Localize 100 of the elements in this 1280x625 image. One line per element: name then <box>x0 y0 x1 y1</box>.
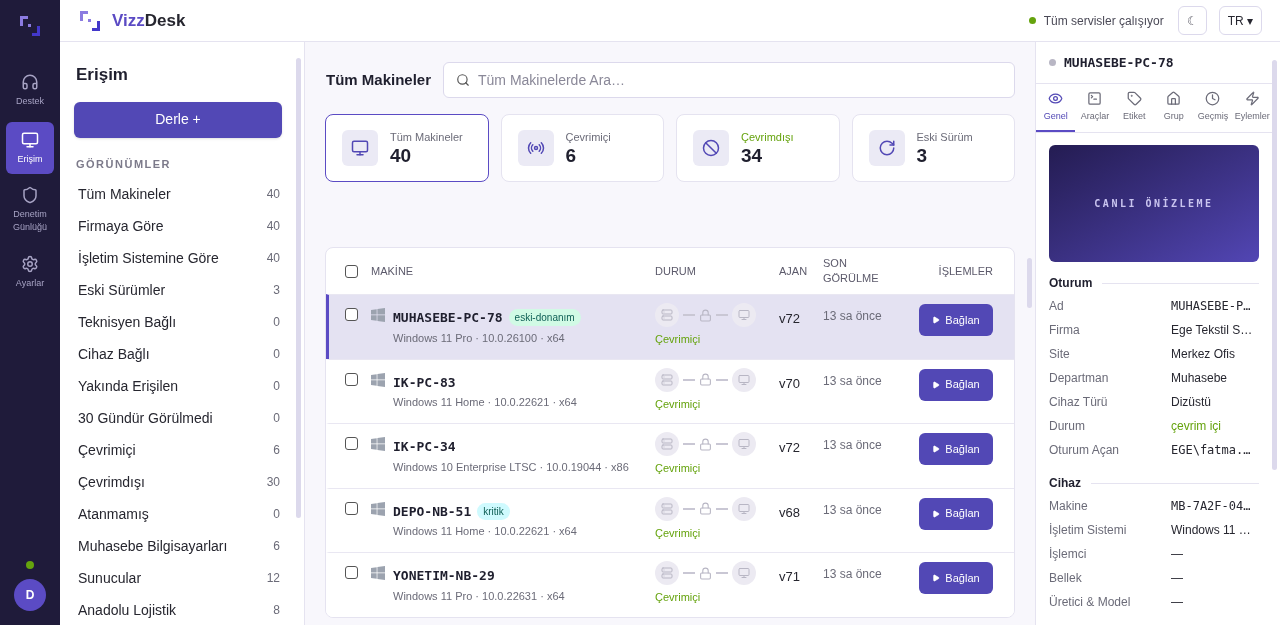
field-value: EGE\fatma.… <box>1171 442 1251 459</box>
scrollbar <box>1027 258 1032 308</box>
field-label: Departman <box>1049 370 1110 387</box>
os-info: Windows 10 Enterprise LTSC · 10.0.19044 · x86 <box>393 459 629 475</box>
status-text: Çevrimiçi <box>655 332 702 347</box>
field-label: Ad <box>1049 298 1065 315</box>
view-item[interactable]: Firmaya Göre 40 <box>74 210 282 242</box>
clock-icon <box>1205 90 1221 106</box>
windows-icon <box>371 308 385 322</box>
checkbox[interactable] <box>344 372 358 386</box>
connect-button[interactable]: Bağlan <box>919 497 993 530</box>
search-field[interactable]: Tüm Makinelerde Ara… <box>443 62 1015 98</box>
detail-tab[interactable]: Grup <box>1154 84 1194 132</box>
shield-icon <box>21 186 39 204</box>
stat-card[interactable]: Tüm Makineler 40 <box>325 114 489 182</box>
view-item[interactable]: Çevrimiçi 6 <box>74 434 282 466</box>
connect-button[interactable]: Bağlan <box>919 304 993 336</box>
rail-item[interactable]: Erişim <box>6 122 54 174</box>
machine-row[interactable]: YONETIM-NB-29 Windows 11 Pro · 10.0.22631 · x64 Çevrimiçi v71 13 sa önce Bağlan <box>326 552 1014 617</box>
windows-icon <box>371 437 385 451</box>
view-item[interactable]: Çevrimdışı 30 <box>74 466 282 498</box>
checkbox[interactable] <box>344 264 358 278</box>
detail-tab[interactable]: Etiket <box>1114 84 1154 132</box>
rail-item[interactable]: Ayarlar <box>6 246 54 298</box>
stat-label: Eski Sürüm <box>916 129 973 145</box>
field-value: MB-7A2F-04… <box>1171 498 1251 515</box>
status-text: Çevrimiçi <box>655 590 702 605</box>
signal-icon <box>526 139 545 157</box>
field-value: Windows 11 … <box>1171 522 1251 539</box>
stat-card[interactable]: Çevrimdışı 34 <box>676 114 840 182</box>
field-label: Üretici & Model <box>1049 594 1132 611</box>
machine-name: IK-PC-34 <box>393 438 456 456</box>
stat-card[interactable]: Çevrimiçi 6 <box>500 114 664 182</box>
os-info: Windows 11 Home · 10.0.22621 · x64 <box>393 395 577 410</box>
monitor-icon <box>351 139 369 157</box>
view-item[interactable]: Tüm Makineler 40 <box>74 178 282 210</box>
os-info: Windows 11 Pro · 10.0.22631 · x64 <box>393 588 565 604</box>
field-value: Merkez Ofis <box>1171 346 1235 363</box>
checkbox[interactable] <box>344 501 358 515</box>
view-item[interactable]: Anadolu Lojistik 8 <box>74 594 282 625</box>
machine-name: IK-PC-83 <box>393 373 456 392</box>
stat-label: Tüm Makineler <box>390 129 463 145</box>
language-selector[interactable]: TR ▾ <box>1218 6 1262 35</box>
last-seen: 13 sa önce <box>823 501 883 519</box>
view-item[interactable]: Eski Sürümler 3 <box>74 274 282 306</box>
checkbox[interactable] <box>344 566 358 579</box>
detail-tab[interactable]: Genel <box>1036 84 1076 132</box>
column-header: DURUM <box>655 263 697 279</box>
brand-name: VizzDesk <box>112 9 186 32</box>
connect-button[interactable]: Bağlan <box>919 562 993 594</box>
view-item[interactable]: Muhasebe Bilgisayarları 6 <box>74 530 282 562</box>
play-icon <box>932 316 941 324</box>
view-item[interactable]: İşletim Sistemine Göre 40 <box>74 242 282 274</box>
field-value: — <box>1171 570 1183 587</box>
stat-value: 40 <box>390 145 413 168</box>
column-header: İŞLEMLER <box>937 263 993 279</box>
play-icon <box>932 574 941 582</box>
view-item[interactable]: Yakında Erişilen 0 <box>74 370 282 402</box>
machine-row[interactable]: MUHASEBE-PC-78 eski-donanım Windows 11 Pro · 10.0.26100 · x64 Çevrimiçi v72 13 sa önce Bağlan <box>326 294 1014 359</box>
field-value: MUHASEBE-P… <box>1171 298 1251 315</box>
stat-value: 3 <box>916 145 929 168</box>
status-text: Çevrimiçi <box>655 396 702 412</box>
compile-button[interactable]: Derle + <box>74 101 282 138</box>
theme-toggle[interactable]: ☾ <box>1177 6 1207 35</box>
view-item[interactable]: Teknisyen Bağlı 0 <box>74 306 282 338</box>
section-title: Cihaz <box>1049 475 1081 492</box>
field-value: — <box>1171 594 1183 611</box>
stat-card[interactable]: Eski Sürüm 3 <box>851 114 1015 182</box>
last-seen: 13 sa önce <box>823 308 883 325</box>
connect-button[interactable]: Bağlan <box>919 433 993 465</box>
field-label: Durum <box>1049 418 1086 435</box>
rail-item[interactable]: Destek <box>6 64 54 116</box>
logo-icon <box>78 8 102 33</box>
checkbox[interactable] <box>344 437 358 450</box>
detail-tab[interactable]: Geçmiş <box>1193 84 1233 132</box>
field-label: Oturum Açan <box>1049 442 1121 459</box>
checkbox[interactable] <box>344 308 358 321</box>
connect-button[interactable]: Bağlan <box>919 368 993 401</box>
detail-tab[interactable]: Araçlar <box>1075 84 1115 132</box>
headset-icon <box>21 72 39 91</box>
column-header: AJAN <box>779 263 809 279</box>
detail-tab[interactable]: Eylemler <box>1232 84 1272 132</box>
search-icon <box>456 73 471 87</box>
view-item[interactable]: Sunucular 12 <box>74 562 282 594</box>
tag-badge: eski-donanım <box>508 309 581 327</box>
stat-value: 6 <box>565 145 578 168</box>
detail-title: MUHASEBE-PC-78 <box>1064 53 1174 72</box>
play-icon <box>932 445 941 453</box>
field-label: Bellek <box>1049 570 1083 587</box>
field-label: Cihaz Türü <box>1049 394 1109 411</box>
view-item[interactable]: Cihaz Bağlı 0 <box>74 338 282 370</box>
view-item[interactable]: Atanmamış 0 <box>74 498 282 530</box>
live-preview: CANLI ÖNİZLEME <box>1049 145 1259 262</box>
user-avatar[interactable]: D <box>14 579 46 611</box>
bolt-icon <box>1244 90 1260 106</box>
stat-label: Çevrimdışı <box>741 129 794 145</box>
status-text: Çevrimiçi <box>655 525 702 541</box>
play-icon <box>932 380 941 389</box>
rail-item[interactable]: Denetim Günlüğü <box>6 180 54 240</box>
view-item[interactable]: 30 Gündür Görülmedi 0 <box>74 402 282 434</box>
